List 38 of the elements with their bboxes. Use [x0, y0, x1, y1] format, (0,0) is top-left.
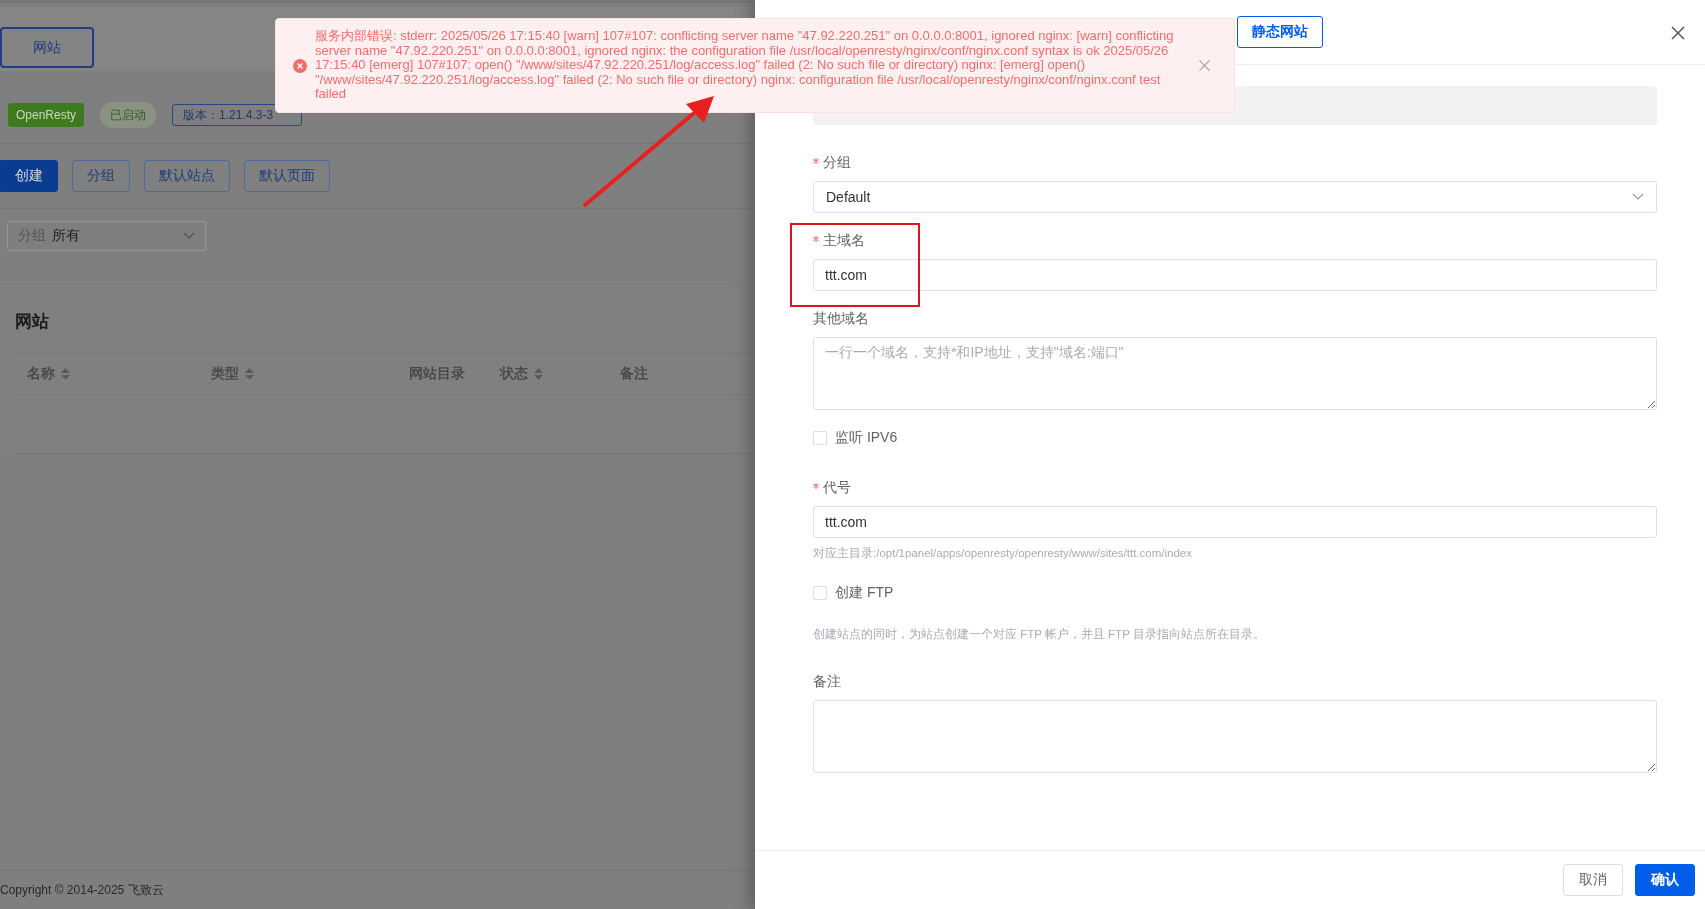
- input-field[interactable]: ttt.com: [813, 259, 1657, 291]
- page-tab[interactable]: 网站: [0, 27, 94, 68]
- error-icon: [293, 58, 307, 73]
- field-label: 分组: [823, 154, 851, 172]
- sort-icon[interactable]: [534, 368, 543, 380]
- field-label: 代号: [823, 479, 851, 497]
- footer-button[interactable]: 取消: [1563, 864, 1623, 896]
- checkbox[interactable]: [813, 431, 827, 445]
- field-label: 备注: [813, 673, 841, 691]
- textarea-field[interactable]: 一行一个域名，支持*和IP地址，支持"域名:端口": [813, 337, 1657, 410]
- status-tag: 已启动: [100, 102, 157, 128]
- toolbar-button[interactable]: 默认站点: [144, 160, 230, 192]
- chevron-down-icon: [183, 232, 195, 240]
- field-label: 主域名: [823, 232, 865, 250]
- sort-icon[interactable]: [61, 368, 70, 380]
- app-name-tag: OpenResty: [8, 103, 85, 127]
- copyright-text: Copyright © 2014-2025 飞致云: [0, 881, 164, 899]
- error-text: 服务内部错误: stderr: 2025/05/26 17:15:40 [warn] 107#107: conflicting server name "47.92.220.251" on 0.0.0.0:8001, ignored nginx: [warn] conflicting server name "47.92.220.251" on 0.0.0.0:8001, ignored nginx: the configuration file /usr/local/openresty/nginx/conf/nginx.conf syntax is ok 2025/05/26 17:15:40 [emerg] 107#107: open() "/www/sites/47.92.220.251/log/access.log" failed (2: No such file or directory) nginx: [emerg] open() "/www/sites/47.92.220.251/log/access.log" failed (2: No such file or directory) nginx: configuration file /usr/local/openresty/nginx/conf/nginx.conf test failed: [315, 29, 1175, 102]
- required-asterisk-icon: [813, 158, 819, 164]
- sort-icon[interactable]: [245, 368, 254, 380]
- group-select[interactable]: Default: [813, 181, 1657, 213]
- type-tab[interactable]: 静态网站: [1237, 16, 1323, 48]
- required-asterisk-icon: [813, 236, 819, 242]
- toolbar-button[interactable]: 默认页面: [244, 160, 330, 192]
- hint-text: 创建站点的同时，为站点创建一个对应 FTP 帐户，并且 FTP 目录指向站点所在目录。: [813, 627, 1266, 642]
- checkbox-label: 监听 IPV6: [835, 429, 898, 447]
- toolbar-button[interactable]: 创建: [0, 160, 58, 192]
- checkbox[interactable]: [813, 586, 827, 600]
- field-label: 其他域名: [813, 310, 869, 328]
- checkbox-label: 创建 FTP: [835, 584, 894, 602]
- card-title: 网站: [15, 311, 50, 333]
- close-icon[interactable]: [1671, 26, 1685, 40]
- footer-button[interactable]: 确认: [1635, 864, 1695, 896]
- input-field[interactable]: ttt.com: [813, 506, 1657, 538]
- chevron-down-icon: [1632, 193, 1644, 201]
- required-asterisk-icon: [813, 483, 819, 489]
- hint-text: 对应主目录:/opt/1panel/apps/openresty/openresty/www/sites/ttt.com/index: [813, 546, 1193, 561]
- textarea-field[interactable]: [813, 700, 1657, 773]
